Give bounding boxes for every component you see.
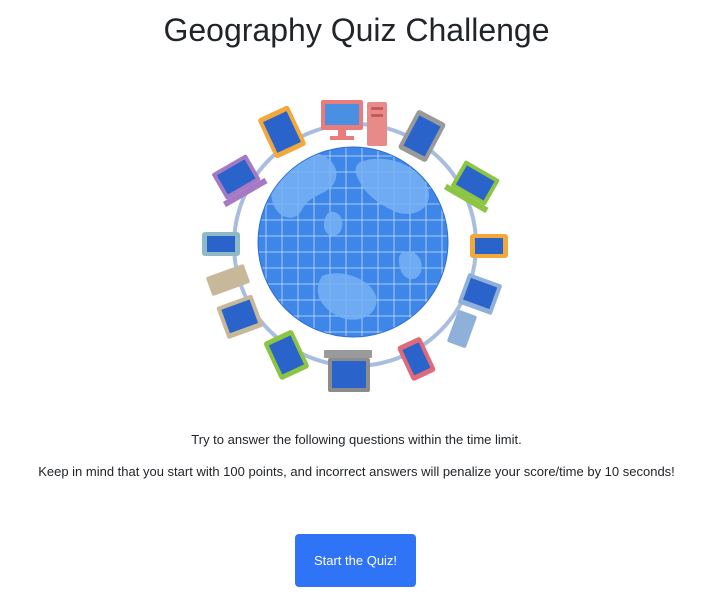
instructions-time-limit: Try to answer the following questions wi…: [191, 432, 522, 447]
page-title: Geography Quiz Challenge: [163, 12, 550, 48]
tablet-icon: [264, 330, 309, 380]
start-quiz-button[interactable]: Start the Quiz!: [295, 534, 416, 587]
tablet-icon: [398, 110, 446, 162]
phone-icon: [397, 337, 436, 381]
globe-network-illustration: [190, 92, 520, 398]
laptop-icon: [212, 154, 268, 208]
phone-icon: [470, 234, 508, 258]
tablet-icon: [258, 105, 306, 159]
quiz-start-page: Geography Quiz Challenge Try to answer t…: [0, 0, 713, 600]
phone-icon: [202, 232, 240, 256]
globe-icon: [257, 146, 449, 338]
desktop-computer-icon: [206, 264, 264, 339]
laptop-icon: [443, 160, 500, 214]
laptop-icon: [324, 350, 372, 392]
instructions-penalty: Keep in mind that you start with 100 poi…: [38, 464, 675, 479]
desktop-computer-icon: [321, 100, 387, 146]
